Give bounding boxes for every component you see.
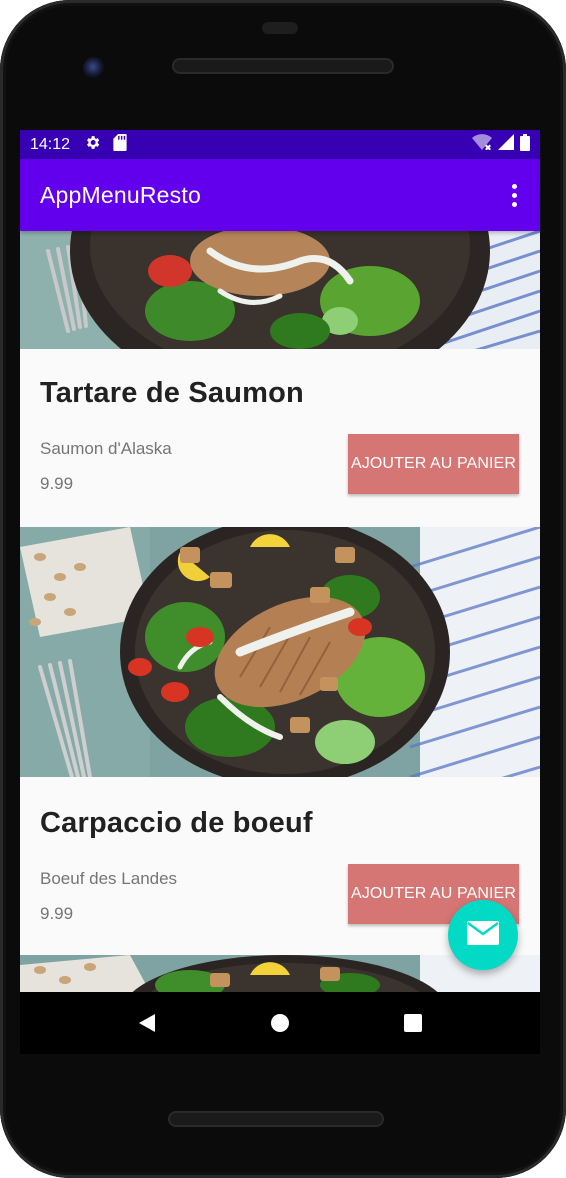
dish-name: Carpaccio de boeuf bbox=[40, 807, 313, 839]
mail-fab-button[interactable] bbox=[448, 900, 518, 970]
menu-item-card: Tartare de Saumon Saumon d'Alaska 9.99 A… bbox=[20, 349, 540, 527]
top-speaker bbox=[172, 58, 394, 74]
recents-icon[interactable] bbox=[393, 1003, 433, 1043]
dish-price: 9.99 bbox=[40, 904, 74, 923]
dish-image bbox=[20, 231, 540, 349]
add-to-cart-button[interactable]: AJOUTER AU PANIER bbox=[348, 434, 519, 494]
cell-signal-icon bbox=[498, 134, 514, 155]
wifi-icon bbox=[472, 134, 492, 155]
dish-price: 9.99 bbox=[40, 474, 74, 493]
dish-description: Boeuf des Landes bbox=[40, 869, 178, 888]
settings-icon bbox=[84, 134, 101, 156]
app-bar: AppMenuResto bbox=[20, 159, 540, 231]
battery-icon bbox=[520, 133, 530, 156]
front-camera bbox=[83, 57, 105, 79]
more-vert-icon[interactable] bbox=[502, 175, 526, 215]
phone-frame: 14:12 AppMenuResto Tartare de Saumon Sau… bbox=[0, 0, 566, 1178]
dish-description: Saumon d'Alaska bbox=[40, 439, 172, 458]
dish-image bbox=[20, 527, 540, 777]
earpiece bbox=[262, 22, 298, 34]
app-title: AppMenuResto bbox=[40, 181, 201, 208]
status-time: 14:12 bbox=[30, 135, 71, 153]
dish-name: Tartare de Saumon bbox=[40, 377, 304, 409]
status-bar: 14:12 bbox=[20, 130, 540, 159]
home-icon[interactable] bbox=[260, 1003, 300, 1043]
screen: 14:12 AppMenuResto Tartare de Saumon Sau… bbox=[20, 130, 540, 992]
navigation-bar bbox=[20, 992, 540, 1054]
back-icon[interactable] bbox=[127, 1003, 167, 1043]
bottom-speaker bbox=[168, 1111, 384, 1127]
mail-icon bbox=[467, 920, 499, 950]
sd-card-icon bbox=[113, 133, 127, 156]
menu-list[interactable]: Tartare de Saumon Saumon d'Alaska 9.99 A… bbox=[20, 231, 540, 992]
